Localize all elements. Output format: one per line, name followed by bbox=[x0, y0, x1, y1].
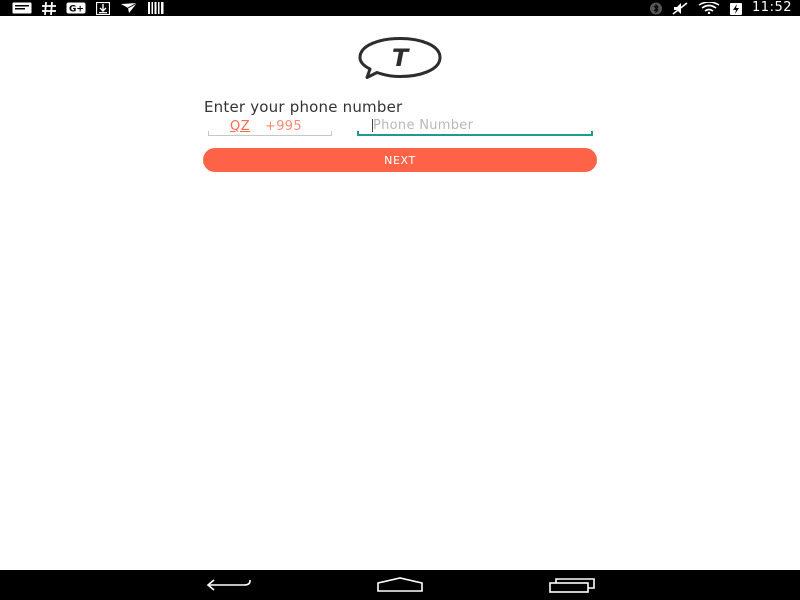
navigation-bar bbox=[0, 570, 800, 600]
back-button[interactable] bbox=[199, 570, 259, 600]
barcode-icon bbox=[148, 0, 164, 16]
home-icon bbox=[377, 577, 423, 592]
home-button[interactable] bbox=[370, 570, 430, 600]
country-underline-right-tick bbox=[331, 131, 332, 136]
phone-underline bbox=[357, 134, 593, 136]
battery-charging-icon bbox=[730, 0, 743, 16]
phone-underline-right-tick bbox=[591, 131, 593, 136]
phone-underline-left-tick bbox=[357, 131, 359, 136]
recent-apps-button[interactable] bbox=[542, 570, 602, 600]
svg-text:G+: G+ bbox=[69, 5, 84, 15]
country-dial-prefix: +995 bbox=[265, 119, 302, 134]
logo-letter-icon: T bbox=[392, 44, 410, 72]
status-clock: 11:52 bbox=[752, 0, 792, 15]
country-code[interactable]: QZ bbox=[230, 119, 250, 134]
wifi-icon bbox=[698, 0, 720, 16]
phone-number-input[interactable] bbox=[357, 116, 593, 135]
country-underline bbox=[208, 135, 332, 136]
message-icon bbox=[12, 0, 32, 16]
airplane-icon bbox=[120, 0, 138, 16]
country-code-selector[interactable]: QZ +995 bbox=[208, 118, 332, 136]
back-icon bbox=[206, 579, 251, 591]
app-logo: T bbox=[357, 37, 443, 79]
hash-icon bbox=[42, 0, 56, 16]
muted-icon bbox=[672, 0, 688, 16]
bluetooth-icon bbox=[650, 0, 663, 16]
phone-number-field[interactable] bbox=[357, 116, 593, 136]
notification-icons: G+ bbox=[12, 0, 164, 16]
download-icon bbox=[96, 0, 110, 16]
country-underline-left-tick bbox=[208, 131, 209, 136]
google-plus-icon: G+ bbox=[66, 0, 86, 16]
page-heading: Enter your phone number bbox=[204, 98, 403, 116]
status-bar: G+ 11:52 bbox=[0, 0, 800, 16]
next-button[interactable]: NEXT bbox=[203, 148, 597, 172]
text-cursor bbox=[372, 119, 373, 132]
system-icons: 11:52 bbox=[650, 0, 792, 16]
recent-apps-icon bbox=[549, 578, 595, 593]
